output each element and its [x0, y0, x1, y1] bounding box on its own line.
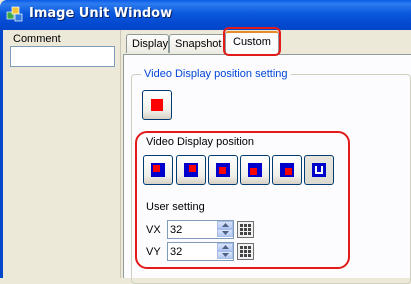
video-display-toggle-button[interactable]: [142, 90, 172, 120]
tab-snapshot[interactable]: Snapshot: [169, 34, 225, 53]
tab-display[interactable]: Display: [126, 34, 169, 53]
comment-label: Comment: [13, 33, 61, 45]
comment-input[interactable]: [10, 46, 115, 67]
center-position-icon: [216, 163, 230, 177]
panel-divider: [120, 30, 121, 278]
title-bar[interactable]: Image Unit Window: [0, 0, 411, 30]
position-top-left-button[interactable]: [143, 155, 173, 185]
position-user-button[interactable]: [304, 155, 334, 185]
chevron-down-icon: [221, 253, 229, 257]
user-setting-label: User setting: [146, 201, 205, 213]
top-left-position-icon: [151, 163, 165, 177]
red-square-icon: [151, 99, 163, 111]
top-right-position-icon: [184, 163, 198, 177]
tab-display-label: Display: [132, 38, 169, 50]
position-bottom-right-button[interactable]: [272, 155, 302, 185]
bottom-left-position-icon: [248, 163, 262, 177]
chevron-up-icon: [221, 245, 229, 249]
group-title: Video Display position setting: [141, 68, 291, 80]
vy-input[interactable]: [170, 244, 216, 259]
position-center-button[interactable]: [208, 155, 238, 185]
vy-spinbox[interactable]: [167, 242, 234, 261]
custom-tab-highlight: [223, 27, 281, 56]
position-bottom-left-button[interactable]: [240, 155, 270, 185]
video-display-position-label: Video Display position: [146, 136, 255, 148]
vx-up-button[interactable]: [217, 221, 233, 229]
bottom-right-position-icon: [280, 163, 294, 177]
keypad-icon: [240, 224, 251, 235]
window-frame-left: [0, 30, 3, 278]
vy-down-button[interactable]: [217, 251, 233, 259]
vx-input[interactable]: [170, 222, 216, 237]
chevron-down-icon: [221, 231, 229, 235]
chevron-up-icon: [221, 223, 229, 227]
vx-down-button[interactable]: [217, 229, 233, 237]
vx-label: VX: [146, 224, 161, 236]
tab-snapshot-label: Snapshot: [175, 38, 222, 50]
window-title: Image Unit Window: [29, 6, 173, 21]
app-icon: [6, 6, 23, 22]
keypad-icon: [240, 246, 251, 257]
vx-spinbox[interactable]: [167, 220, 234, 239]
vy-keypad-button[interactable]: [237, 243, 254, 260]
vx-keypad-button[interactable]: [237, 221, 254, 238]
vy-up-button[interactable]: [217, 243, 233, 251]
position-top-right-button[interactable]: [176, 155, 206, 185]
vy-label: VY: [146, 246, 161, 258]
user-position-icon: [312, 163, 326, 177]
